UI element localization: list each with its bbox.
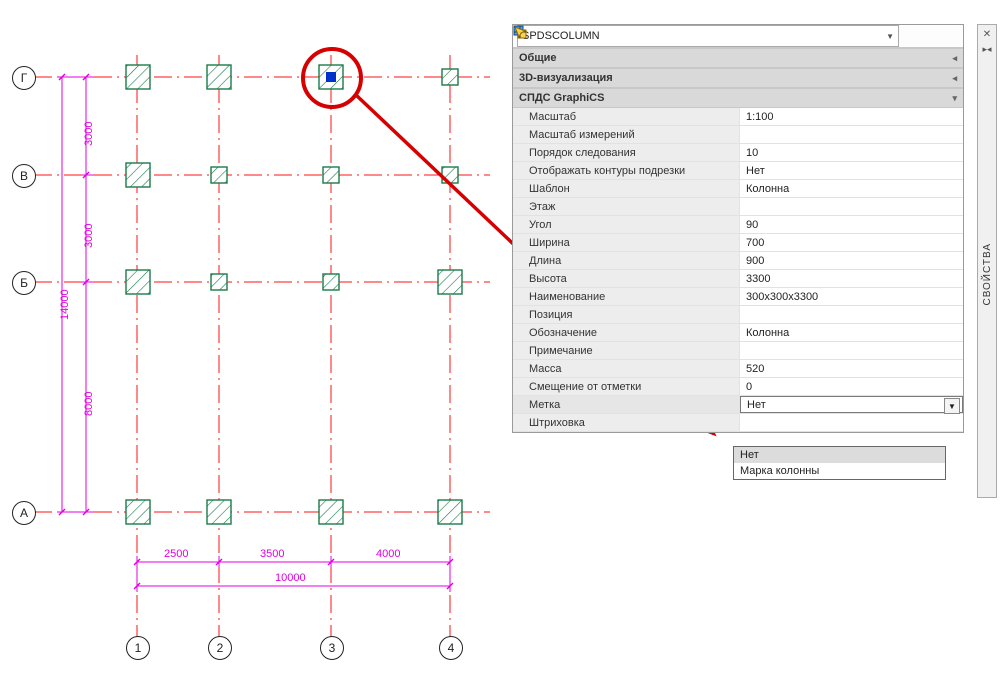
axis-label-v: В bbox=[12, 164, 36, 188]
prop-angle[interactable]: Угол90 bbox=[513, 216, 963, 234]
dropdown-option-none[interactable]: Нет bbox=[734, 447, 945, 463]
axis-label-a: А bbox=[12, 501, 36, 525]
chevron-down-icon: ▾ bbox=[952, 93, 957, 104]
object-type-select[interactable]: SPDSCOLUMN▼ bbox=[517, 25, 899, 47]
select-objects-icon[interactable] bbox=[943, 29, 957, 43]
prop-mass[interactable]: Масса520 bbox=[513, 360, 963, 378]
properties-panel: SPDSCOLUMN▼ Общие◂ 3D-визуализация◂ СПДС… bbox=[512, 24, 964, 433]
group-3d[interactable]: 3D-визуализация◂ bbox=[513, 68, 963, 88]
dim-3000a: 3000 bbox=[83, 122, 95, 146]
prop-mark[interactable]: Метка Нет▼ bbox=[513, 396, 963, 414]
mark-dropdown[interactable]: Нет Марка колонны bbox=[733, 446, 946, 480]
prop-template[interactable]: ШаблонКолонна bbox=[513, 180, 963, 198]
dim-4000: 4000 bbox=[376, 548, 400, 560]
collapse-icon[interactable]: ▸◂ bbox=[982, 44, 991, 55]
axis-label-4: 4 bbox=[439, 636, 463, 660]
axis-label-b: Б bbox=[12, 271, 36, 295]
prop-hatch[interactable]: Штриховка bbox=[513, 414, 963, 432]
dim-10000: 10000 bbox=[275, 572, 306, 584]
chevron-left-icon: ◂ bbox=[952, 73, 957, 84]
prop-width[interactable]: Ширина700 bbox=[513, 234, 963, 252]
prop-clip[interactable]: Отображать контуры подрезкиНет bbox=[513, 162, 963, 180]
close-icon[interactable]: ✕ bbox=[983, 29, 991, 40]
prop-floor[interactable]: Этаж bbox=[513, 198, 963, 216]
properties-dock-rail[interactable]: ✕ ▸◂ СВОЙСТВА bbox=[977, 24, 997, 498]
prop-offset[interactable]: Смещение от отметки0 bbox=[513, 378, 963, 396]
panel-header: SPDSCOLUMN▼ bbox=[513, 25, 963, 48]
prop-designation[interactable]: ОбозначениеКолонна bbox=[513, 324, 963, 342]
prop-length[interactable]: Длина900 bbox=[513, 252, 963, 270]
prop-name[interactable]: Наименование300x300x3300 bbox=[513, 288, 963, 306]
quick-select-icon[interactable] bbox=[903, 29, 917, 43]
selection-grip-icon bbox=[326, 72, 336, 82]
dim-3500: 3500 bbox=[260, 548, 284, 560]
pickadd-icon[interactable] bbox=[923, 29, 937, 43]
prop-order[interactable]: Порядок следования10 bbox=[513, 144, 963, 162]
dim-14000: 14000 bbox=[59, 289, 71, 320]
dock-title: СВОЙСТВА bbox=[982, 243, 993, 306]
prop-position[interactable]: Позиция bbox=[513, 306, 963, 324]
prop-note[interactable]: Примечание bbox=[513, 342, 963, 360]
group-general[interactable]: Общие◂ bbox=[513, 48, 963, 68]
dim-8000: 8000 bbox=[83, 392, 95, 416]
dropdown-option-columnmark[interactable]: Марка колонны bbox=[734, 463, 945, 479]
axis-label-1: 1 bbox=[126, 636, 150, 660]
dim-3000b: 3000 bbox=[83, 224, 95, 248]
axis-label-2: 2 bbox=[208, 636, 232, 660]
chevron-left-icon: ◂ bbox=[952, 53, 957, 64]
dim-2500: 2500 bbox=[164, 548, 188, 560]
chevron-down-icon[interactable]: ▼ bbox=[944, 398, 960, 414]
axis-label-g: Г bbox=[12, 66, 36, 90]
group-spds[interactable]: СПДС GraphiCS▾ bbox=[513, 88, 963, 108]
chevron-down-icon: ▼ bbox=[886, 32, 894, 41]
prop-mscale[interactable]: Масштаб измерений bbox=[513, 126, 963, 144]
prop-scale[interactable]: Масштаб1:100 bbox=[513, 108, 963, 126]
axis-label-3: 3 bbox=[320, 636, 344, 660]
prop-height[interactable]: Высота3300 bbox=[513, 270, 963, 288]
